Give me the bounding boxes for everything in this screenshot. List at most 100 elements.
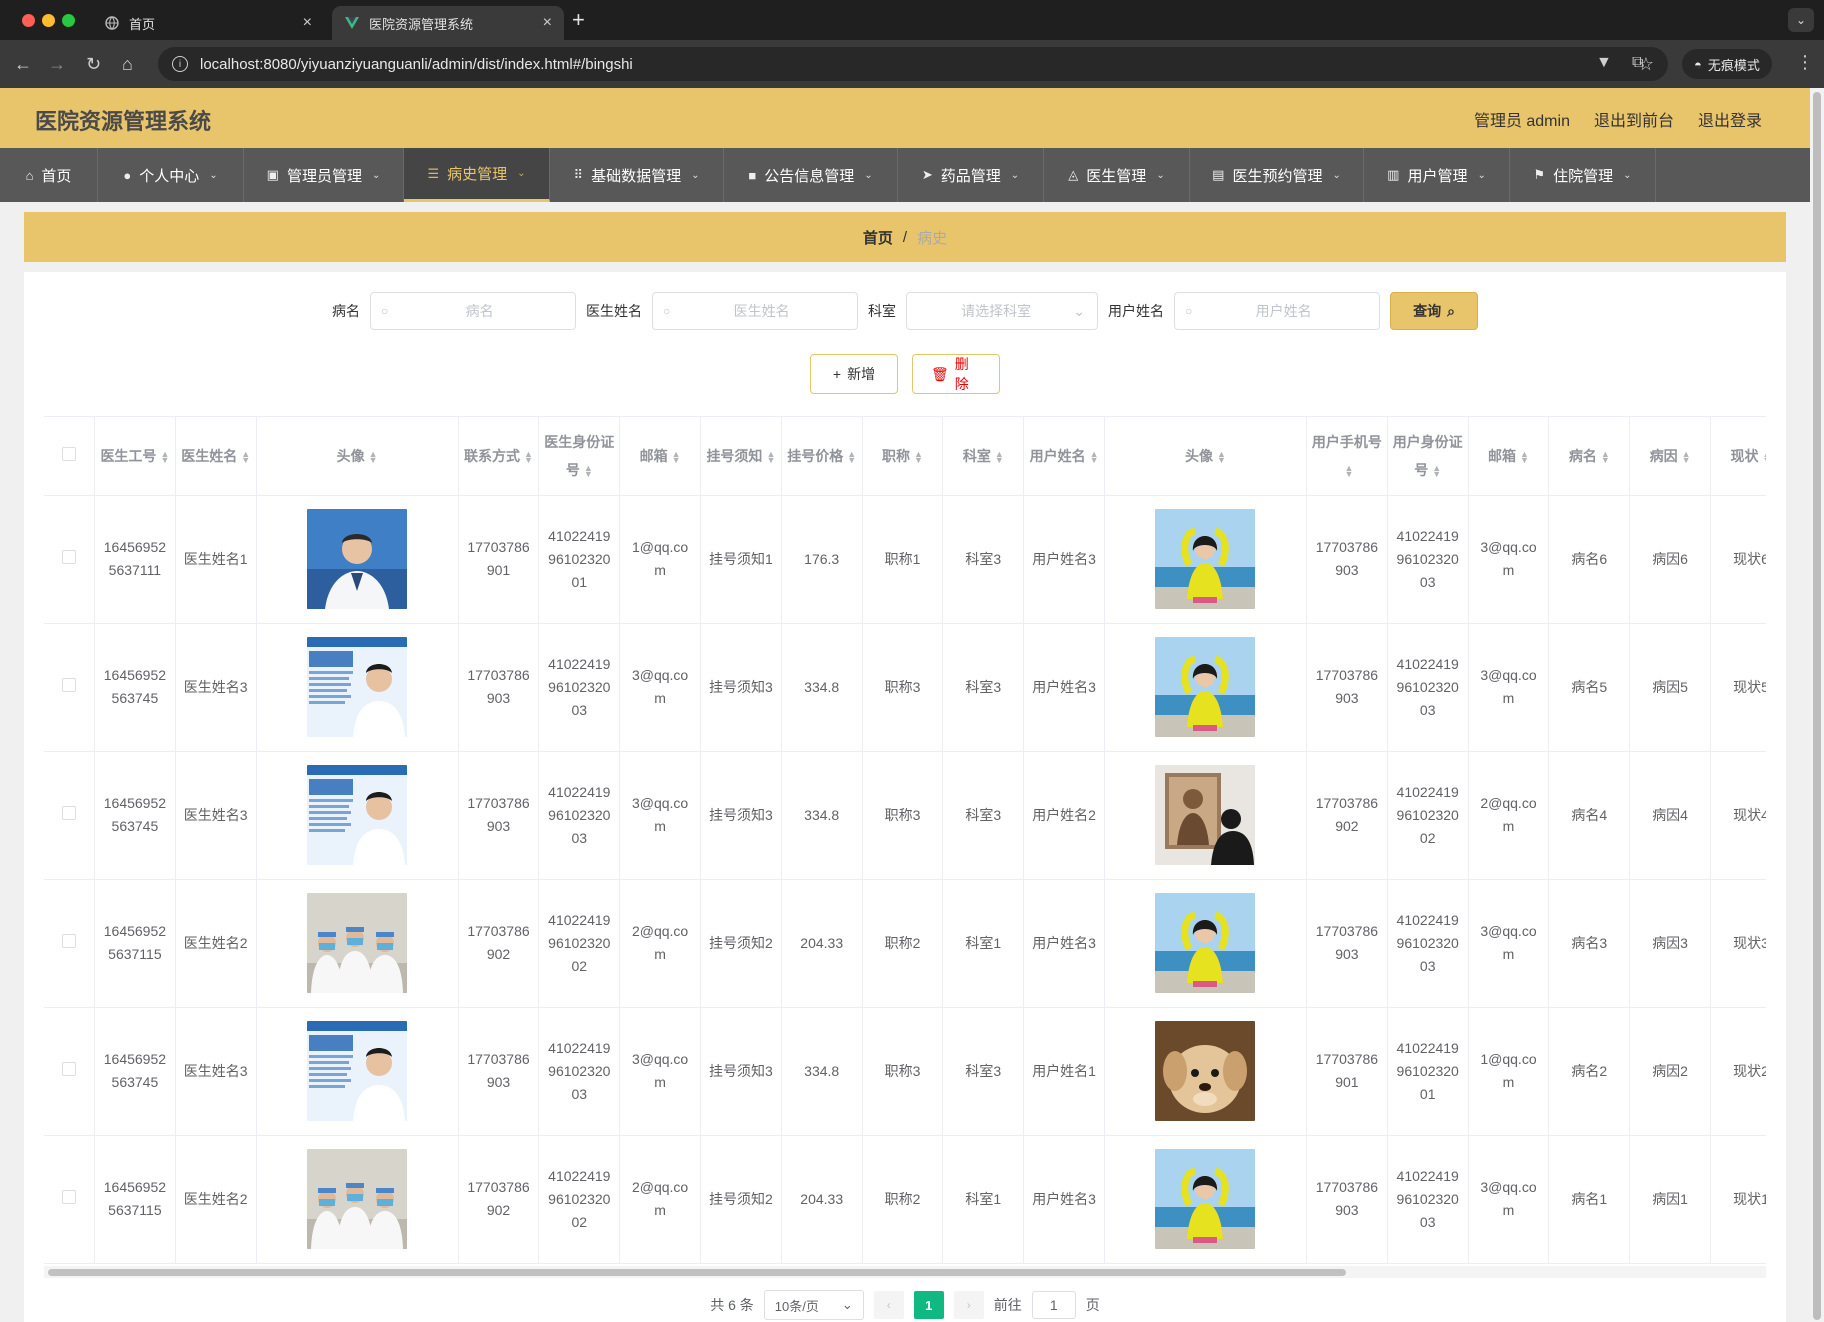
- nurses-group-image[interactable]: [307, 1149, 408, 1249]
- sort-caret-icon[interactable]: ▲▼: [847, 450, 856, 465]
- sort-caret-icon[interactable]: ▲▼: [1217, 450, 1226, 465]
- row-checkbox[interactable]: [62, 933, 76, 948]
- table-row[interactable]: 164569525637115 医生姓名2 17703786902 410224199…: [44, 1135, 1766, 1264]
- column-header[interactable]: 医生姓名 ▲ ▼: [175, 417, 257, 496]
- logout-link[interactable]: 退出登录: [1698, 107, 1762, 131]
- column-header[interactable]: 病因 ▲ ▼: [1629, 417, 1711, 496]
- page-number-current[interactable]: 1: [913, 1291, 944, 1319]
- column-header[interactable]: 医生工号 ▲ ▼: [94, 417, 176, 496]
- nav-item-home[interactable]: ⌂ 首页: [0, 148, 98, 202]
- next-page-button[interactable]: ›: [953, 1291, 984, 1319]
- row-checkbox[interactable]: [62, 805, 76, 820]
- column-header[interactable]: 医生身份证号 ▲ ▼: [538, 417, 621, 496]
- browser-menu-icon[interactable]: ⋮: [1796, 52, 1814, 73]
- nav-item-doctor[interactable]: ◬ 医生管理 ⌄: [1044, 148, 1190, 202]
- maximize-window-button[interactable]: [62, 14, 75, 27]
- sort-caret-icon[interactable]: ▲▼: [1520, 450, 1529, 465]
- girl-seaside-image[interactable]: [1155, 893, 1256, 993]
- nav-item-user[interactable]: ▥ 用户管理 ⌄: [1364, 148, 1510, 202]
- doctor-portrait-image[interactable]: [307, 509, 408, 609]
- extension-icon[interactable]: ▼: [1596, 54, 1612, 72]
- add-button[interactable]: + 新增: [810, 354, 898, 394]
- user-name-search-input[interactable]: ○ 用户姓名: [1174, 292, 1380, 330]
- sort-caret-icon[interactable]: ▲▼: [1601, 450, 1610, 465]
- sort-caret-icon[interactable]: ▲▼: [672, 450, 681, 465]
- girl-seaside-image[interactable]: [1155, 637, 1256, 737]
- column-header[interactable]: 邮箱 ▲ ▼: [619, 417, 701, 496]
- site-info-icon[interactable]: i: [172, 56, 188, 72]
- page-scrollbar[interactable]: [1810, 88, 1824, 1322]
- url-text[interactable]: localhost:8080/yiyuanziyuanguanli/admin/…: [200, 56, 1638, 73]
- sort-caret-icon[interactable]: ▲▼: [914, 450, 923, 465]
- column-header[interactable]: 头像 ▲ ▼: [256, 417, 459, 496]
- sort-caret-icon[interactable]: ▲▼: [241, 450, 250, 465]
- prev-page-button[interactable]: ‹: [873, 1291, 904, 1319]
- sort-caret-icon[interactable]: ▲▼: [1763, 450, 1766, 465]
- sort-caret-icon[interactable]: ▲▼: [766, 450, 775, 465]
- column-header[interactable]: 科室 ▲ ▼: [942, 417, 1025, 496]
- nav-item-history-management[interactable]: ☰ 病史管理 ⌄: [404, 148, 550, 202]
- sort-caret-icon[interactable]: ▲▼: [524, 450, 533, 465]
- doctor-poster-image[interactable]: [307, 637, 408, 737]
- column-header[interactable]: 头像 ▲ ▼: [1104, 417, 1308, 496]
- column-header[interactable]: 现状 ▲▼: [1710, 417, 1766, 496]
- girl-seaside-image[interactable]: [1155, 1149, 1256, 1249]
- column-header[interactable]: 挂号价格 ▲ ▼: [781, 417, 863, 496]
- sort-caret-icon[interactable]: ▲▼: [1090, 450, 1099, 465]
- sort-caret-icon[interactable]: ▲▼: [369, 450, 378, 465]
- department-select[interactable]: 请选择科室 ⌄: [906, 292, 1098, 330]
- home-button[interactable]: ⌂: [122, 53, 133, 75]
- table-row[interactable]: 164569525637115 医生姓名2 17703786902 410224199…: [44, 879, 1766, 1008]
- sort-caret-icon[interactable]: ▲▼: [160, 450, 169, 465]
- column-header[interactable]: 用户手机号 ▲ ▼: [1306, 417, 1388, 496]
- minimize-window-button[interactable]: [42, 14, 55, 27]
- breadcrumb-home[interactable]: 首页: [863, 227, 893, 248]
- doctor-poster-image[interactable]: [307, 765, 408, 865]
- sort-caret-icon[interactable]: ▲▼: [995, 450, 1004, 465]
- column-header[interactable]: 职称 ▲ ▼: [862, 417, 944, 496]
- puzzle-extension-icon[interactable]: ⧉: [1632, 54, 1643, 72]
- column-header[interactable]: 邮箱 ▲ ▼: [1468, 417, 1550, 496]
- page-scrollbar-thumb[interactable]: [1813, 92, 1821, 1320]
- new-tab-button[interactable]: +: [572, 9, 585, 31]
- sort-caret-icon[interactable]: ▲▼: [1344, 464, 1353, 479]
- nav-item-hospitalization[interactable]: ⚑ 住院管理 ⌄: [1510, 148, 1656, 202]
- goto-page-input[interactable]: 1: [1031, 1291, 1076, 1319]
- incognito-badge[interactable]: ◓ 无痕模式: [1682, 49, 1772, 79]
- row-checkbox[interactable]: [62, 1061, 76, 1076]
- man-painting-image[interactable]: [1155, 765, 1256, 865]
- close-tab-icon[interactable]: ×: [543, 14, 552, 32]
- delete-button[interactable]: 🗑 删除: [912, 354, 1000, 394]
- nav-item-appointment[interactable]: ▤ 医生预约管理 ⌄: [1190, 148, 1364, 202]
- column-header[interactable]: 用户身份证号 ▲ ▼: [1387, 417, 1469, 496]
- nav-item-personal-center[interactable]: ● 个人中心 ⌄: [98, 148, 244, 202]
- nav-item-announcement[interactable]: ■ 公告信息管理 ⌄: [724, 148, 898, 202]
- doctor-name-search-input[interactable]: ○ 医生姓名: [652, 292, 858, 330]
- query-button[interactable]: 查询 ⌕: [1390, 292, 1478, 330]
- page-size-select[interactable]: 10条/页 ⌄: [763, 1290, 864, 1320]
- forward-button[interactable]: →: [48, 53, 66, 75]
- close-window-button[interactable]: [22, 14, 35, 27]
- reload-button[interactable]: ↻: [86, 53, 101, 75]
- column-header[interactable]: 联系方式 ▲ ▼: [458, 417, 540, 496]
- column-header[interactable]: 挂号须知 ▲ ▼: [700, 417, 782, 496]
- table-row[interactable]: 164569525637111 医生姓名1 17703786901 410224199…: [44, 495, 1766, 624]
- tab-search-button[interactable]: ⌄: [1788, 8, 1814, 32]
- table-row[interactable]: 16456952563745 医生姓名3 17703786903 4102241996…: [44, 623, 1766, 752]
- back-to-front-link[interactable]: 退出到前台: [1594, 107, 1674, 131]
- table-row[interactable]: 16456952563745 医生姓名3 17703786903 4102241996…: [44, 751, 1766, 880]
- browser-tab-active[interactable]: 医院资源管理系统 ×: [332, 6, 564, 40]
- row-checkbox[interactable]: [62, 1189, 76, 1204]
- girl-seaside-image[interactable]: [1155, 509, 1256, 609]
- close-tab-icon[interactable]: ×: [303, 14, 312, 32]
- row-checkbox[interactable]: [62, 549, 76, 564]
- disease-search-input[interactable]: ○ 病名: [370, 292, 576, 330]
- nurses-group-image[interactable]: [307, 893, 408, 993]
- select-all-checkbox[interactable]: [62, 446, 76, 461]
- back-button[interactable]: ←: [14, 53, 32, 75]
- nav-item-basic-data[interactable]: ⠿ 基础数据管理 ⌄: [550, 148, 724, 202]
- sort-caret-icon[interactable]: ▲▼: [1432, 464, 1441, 479]
- row-checkbox[interactable]: [62, 677, 76, 692]
- doctor-poster-image[interactable]: [307, 1021, 408, 1121]
- scrollbar-thumb[interactable]: [48, 1269, 1346, 1276]
